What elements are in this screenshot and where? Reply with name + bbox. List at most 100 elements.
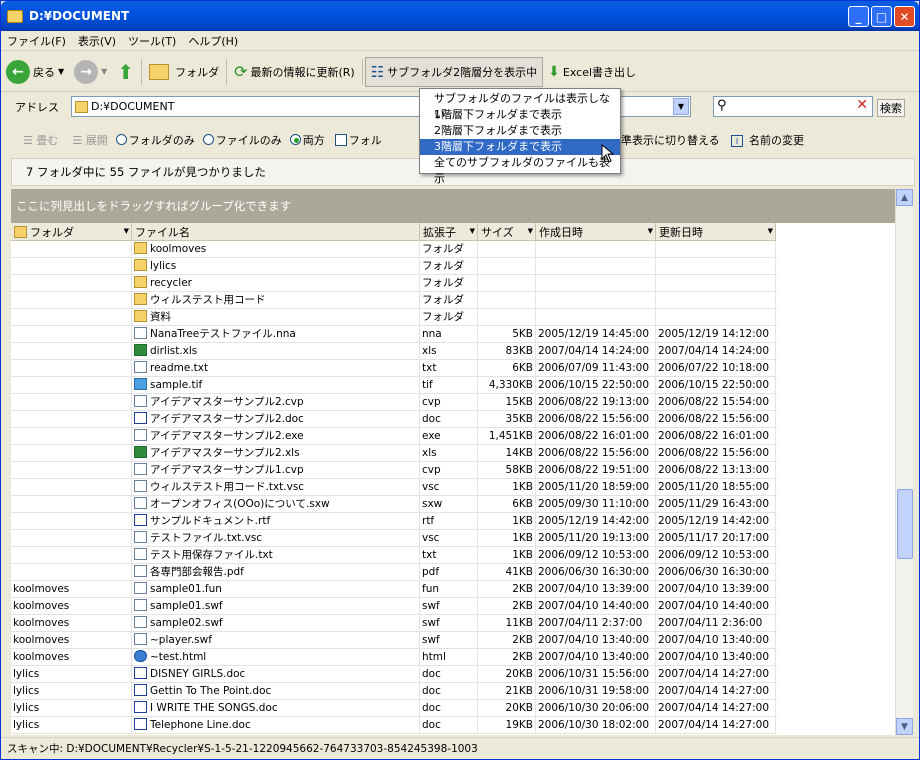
menu-tools[interactable]: ツール(T) [122,33,182,49]
table-row[interactable]: アイデアマスターサンプル2.doc doc 35KB 2006/08/22 15:56… [11,411,777,428]
table-row[interactable]: readme.txt txt 6KB 2006/07/09 11:43:00 2006/… [11,360,777,377]
menu-file[interactable]: ファイル(F) [1,33,72,49]
table-row[interactable]: koolmoves ~test.html html 2KB 2007/04/10 13:… [11,649,777,666]
column-header-modified[interactable]: 更新日時 ▼ [656,223,776,241]
column-header-folder[interactable]: フォルダ ▼ [11,223,132,241]
cell-folder [11,513,132,530]
ext-text: フォルダ [422,277,464,289]
table-row[interactable]: NanaTreeテストファイル.nna nna 5KB 2005/12/19 14:4… [11,326,777,343]
table-row[interactable]: アイデアマスターサンプル1.cvp cvp 58KB 2006/08/22 19:51… [11,462,777,479]
expand-button[interactable]: ☰ 展開 [72,132,107,148]
table-row[interactable]: 資料 フォルダ [11,309,777,326]
table-row[interactable]: sample.tif tif 4,330KB 2006/10/15 22:50:00 2… [11,377,777,394]
maximize-button[interactable]: □ [871,6,892,27]
column-header-name[interactable]: ファイル名 [132,223,420,241]
excel-export-button[interactable]: ⬇ Excel書き出し [543,56,641,88]
cell-folder [11,258,132,275]
menu-view[interactable]: 表示(V) [72,33,122,49]
table-row[interactable]: アイデアマスターサンプル2.cvp cvp 15KB 2006/08/22 19:13… [11,394,777,411]
sort-dropdown-icon[interactable]: ▼ [528,227,533,235]
chevron-down-icon[interactable]: ▼ [58,67,64,76]
scroll-up-button[interactable]: ▲ [896,189,913,206]
table-row[interactable]: テスト用保存ファイル.txt txt 1KB 2006/09/12 10:53:00 2… [11,547,777,564]
folder-text: lylics [13,685,40,697]
radio-both[interactable]: 両方 [289,132,325,148]
search-input[interactable]: ⚲ ✕ [713,96,873,117]
size-text: 11KB [505,617,533,629]
forward-button[interactable]: → ▼ [69,56,112,88]
table-row[interactable]: ウィルステスト用コード フォルダ [11,292,777,309]
menu-item-depth-2[interactable]: 2階層下フォルダまで表示 [420,123,620,139]
refresh-button[interactable]: ⟳ 最新の情報に更新(R) [229,56,360,88]
scroll-down-button[interactable]: ▼ [896,718,913,735]
table-row[interactable]: koolmoves sample02.swf swf 11KB 2007/04/11 2… [11,615,777,632]
collapse-button[interactable]: ☰ 畳む [23,132,58,148]
table-row[interactable]: lylics フォルダ [11,258,777,275]
table-row[interactable]: koolmoves フォルダ [11,241,777,258]
radio-folders-only[interactable]: フォルダのみ [115,132,195,148]
name-text: オープンオフィス(OOo)について.sxw [150,498,330,510]
excel-label: Excel書き出し [562,65,637,79]
download-arrow-icon: ⬇ [548,63,560,80]
column-header-size[interactable]: サイズ ▼ [478,223,536,241]
table-row[interactable]: lylics Telephone Line.doc doc 19KB 2006/10/3… [11,717,777,734]
forward-arrow-icon: → [74,59,99,84]
table-row[interactable]: koolmoves sample01.swf swf 2KB 2007/04/10 14… [11,598,777,615]
size-text: 6KB [512,362,533,374]
table-row[interactable]: recycler フォルダ [11,275,777,292]
switch-view-button[interactable]: 準表示に切り替える [621,132,720,148]
table-row[interactable]: koolmoves sample01.fun fun 2KB 2007/04/10 13… [11,581,777,598]
table-row[interactable]: lylics I WRITE THE SONGS.doc doc 20KB 2006/1… [11,700,777,717]
menu-item-depth-3[interactable]: 3階層下フォルダまで表示 [420,139,620,155]
cell-created: 2006/08/22 15:56:00 [536,445,656,462]
subfolder-depth-button[interactable]: ☷ サブフォルダ2階層分を表示中 [364,56,544,87]
cell-folder: lylics [11,666,132,683]
folder-checkbox[interactable]: フォル [334,132,382,148]
table-row[interactable]: オープンオフィス(OOo)について.sxw sxw 6KB 2005/09/30 11… [11,496,777,513]
clear-icon[interactable]: ✕ [856,97,868,113]
vertical-scrollbar[interactable]: ▲ ▼ [895,189,913,735]
radio-files-only[interactable]: ファイルのみ [202,132,282,148]
column-header-created[interactable]: 作成日時 ▼ [536,223,656,241]
back-button[interactable]: ← 戻る ▼ [1,56,69,88]
table-row[interactable]: アイデアマスターサンプル2.xls xls 14KB 2006/08/22 15:56… [11,445,777,462]
table-row[interactable]: サンプルドキュメント.rtf rtf 1KB 2005/12/19 14:42:00 2… [11,513,777,530]
name-text: ~player.swf [150,634,212,646]
table-row[interactable]: lylics Gettin To The Point.doc doc 21KB 2006… [11,683,777,700]
group-by-area[interactable]: ここに列見出しをドラッグすればグループ化できます [11,189,905,223]
table-row[interactable]: koolmoves ~player.swf swf 2KB 2007/04/10 13:… [11,632,777,649]
cell-created: 2006/08/22 19:51:00 [536,462,656,479]
folder-button[interactable]: フォルダ [144,56,224,88]
address-dropdown-button[interactable]: ▼ [673,98,689,115]
modified-text: 2005/11/17 20:17:00 [658,532,770,544]
table-row[interactable]: ウィルステスト用コード.txt.vsc vsc 1KB 2005/11/20 18:5… [11,479,777,496]
search-button[interactable]: 検索 [877,99,905,117]
sort-dropdown-icon[interactable]: ▼ [124,227,129,235]
menu-item-depth-1[interactable]: 1階層下フォルダまで表示 [420,107,620,123]
sort-dropdown-icon[interactable]: ▼ [768,227,773,235]
table-row[interactable]: 各専門部会報告.pdf pdf 41KB 2006/06/30 16:30:00 200… [11,564,777,581]
table-row[interactable]: dirlist.xls xls 83KB 2007/04/14 14:24:00 200… [11,343,777,360]
chevron-down-icon[interactable]: ▼ [101,67,107,76]
column-header-ext[interactable]: 拡張子 ▼ [420,223,478,241]
cell-folder: koolmoves [11,581,132,598]
title-bar[interactable]: D:¥DOCUMENT _ □ ✕ [1,1,919,31]
minimize-button[interactable]: _ [848,6,869,27]
cell-ext: フォルダ [420,258,478,275]
close-button[interactable]: ✕ [894,6,915,27]
table-row[interactable]: アイデアマスターサンプル2.exe exe 1,451KB 2006/08/22 16… [11,428,777,445]
created-text: 2007/04/14 14:24:00 [538,345,650,357]
table-row[interactable]: lylics DISNEY GIRLS.doc doc 20KB 2006/10/31 … [11,666,777,683]
rename-button[interactable]: I 名前の変更 [731,132,804,148]
menu-item-no-subfolder[interactable]: サブフォルダのファイルは表示しない [420,91,620,121]
scroll-thumb[interactable] [897,489,913,559]
up-folder-button[interactable]: ⬆ [112,56,139,88]
cell-size: 6KB [478,360,536,377]
sort-dropdown-icon[interactable]: ▼ [648,227,653,235]
created-text: 2006/08/22 15:56:00 [538,413,650,425]
table-row[interactable]: テストファイル.txt.vsc vsc 1KB 2005/11/20 19:13:00… [11,530,777,547]
cell-ext: xls [420,343,478,360]
menu-item-all-subfolders[interactable]: 全てのサブフォルダのファイルも表示 [420,155,620,185]
sort-dropdown-icon[interactable]: ▼ [470,227,475,235]
menu-help[interactable]: ヘルプ(H) [182,33,244,49]
